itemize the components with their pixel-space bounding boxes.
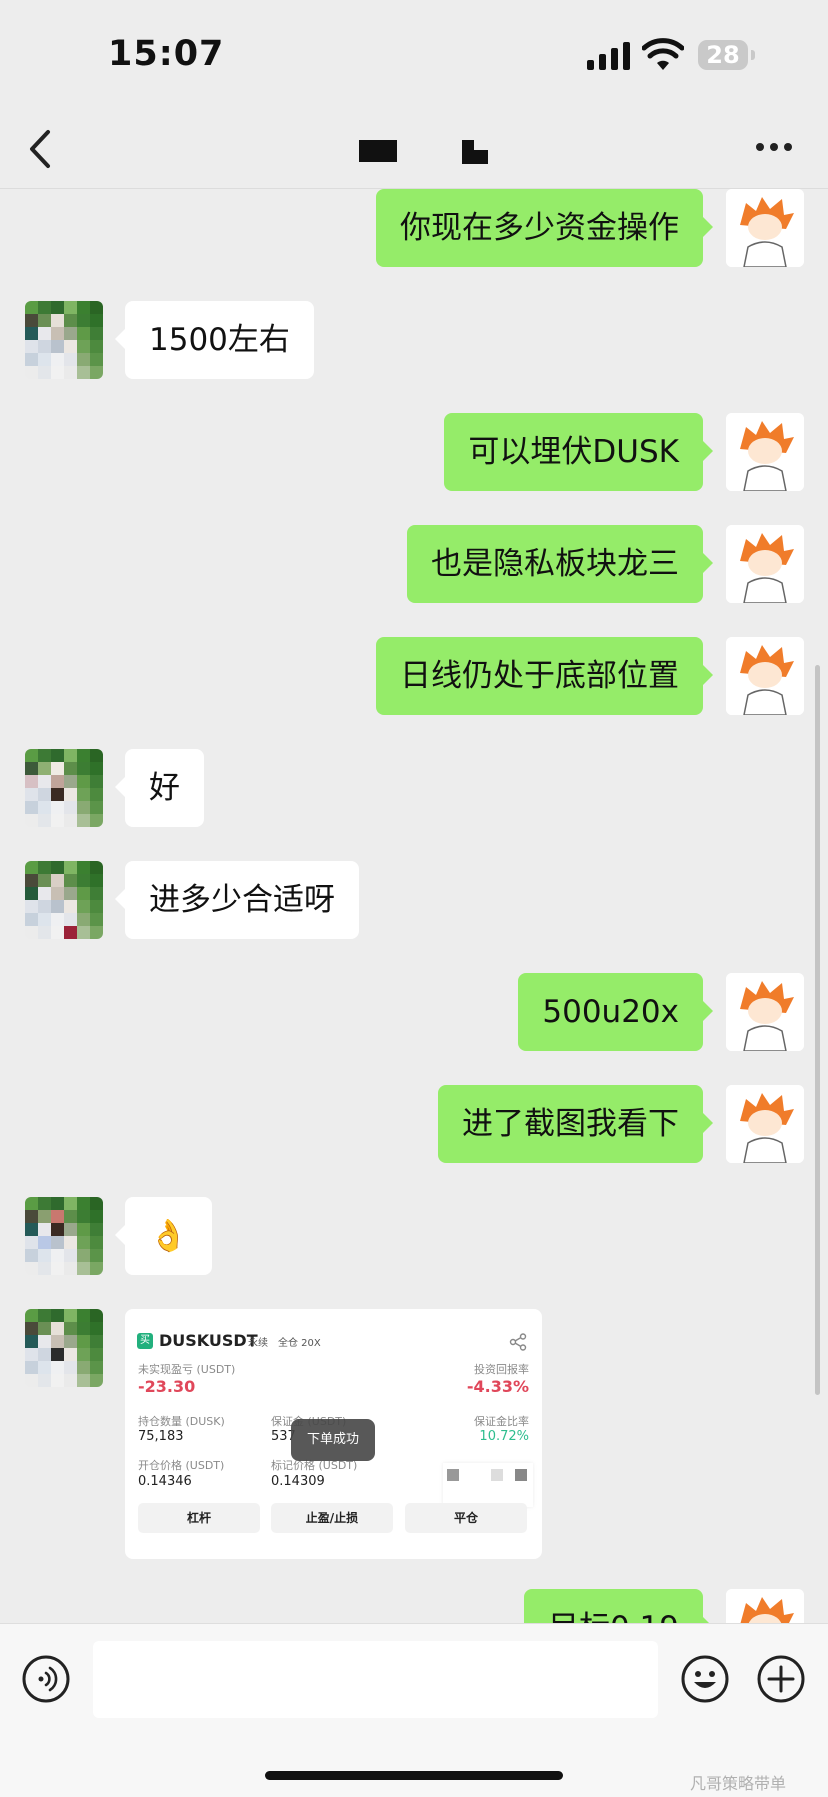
unrealized-pnl-value: -23.30 [138,1377,196,1396]
margin-ratio-value: 10.72% [479,1429,529,1444]
my-avatar[interactable] [726,637,804,715]
anime-avatar-icon [726,1589,804,1623]
contact-avatar-pixelated[interactable] [25,1309,103,1387]
my-avatar[interactable] [726,525,804,603]
roi-value: -4.33% [466,1377,529,1396]
leverage-button: 杠杆 [138,1503,260,1533]
message-bubble-received[interactable]: 好 [115,749,204,827]
watermark: 凡哥策略带单 [690,1774,787,1793]
cellular-signal-icon [587,42,630,70]
anime-avatar-icon [726,973,804,1051]
take-profit-stop-loss-button: 止盈/止损 [271,1503,393,1533]
contact-name-redacted [359,140,397,162]
mark-price-value: 0.14309 [271,1474,325,1489]
message-bubble-sent[interactable]: 你现在多少资金操作 [376,189,713,267]
battery-tip [751,50,755,60]
entry-price-label: 开仓价格 (USDT) [138,1459,225,1472]
my-avatar[interactable] [726,1085,804,1163]
margin-mode: 全仓 20X [278,1338,321,1349]
anime-avatar-icon [726,413,804,491]
order-success-toast: 下单成功 [291,1419,375,1461]
trading-symbol: DUSKUSDT [159,1331,258,1350]
status-bar: 15:07 28 [0,0,828,110]
unrealized-pnl-label: 未实现盈亏 (USDT) [138,1363,236,1376]
voice-icon[interactable] [21,1654,71,1704]
margin-ratio-label: 保证金比率 [474,1415,529,1428]
anime-avatar-icon [726,189,804,267]
status-time: 15:07 [108,34,225,74]
my-avatar[interactable] [726,1589,804,1623]
anime-avatar-icon [726,525,804,603]
message-bubble-sent[interactable]: 也是隐私板块龙三 [407,525,713,603]
contact-name-redacted-3 [462,150,488,164]
roi-label: 投资回报率 [474,1363,529,1376]
contact-avatar-pixelated[interactable] [25,301,103,379]
plus-icon[interactable] [756,1654,806,1704]
message-bubble-sent[interactable]: 进了截图我看下 [438,1085,713,1163]
pixelated-redaction [443,1463,533,1507]
message-text-input[interactable] [93,1641,658,1718]
chat-scrollbar[interactable] [815,665,820,1395]
message-bubble-received[interactable]: 1500左右 [115,301,314,379]
share-icon [509,1333,527,1351]
message-bubble-sent[interactable]: 可以埋伏DUSK [444,413,713,491]
message-bubble-received[interactable]: 👌 [115,1197,212,1275]
emoji-icon[interactable] [680,1654,730,1704]
more-options-icon[interactable] [752,132,796,162]
message-bubble-sent[interactable]: 日线仍处于底部位置 [376,637,713,715]
my-avatar[interactable] [726,413,804,491]
position-size-label: 持仓数量 (DUSK) [138,1415,225,1428]
anime-avatar-icon [726,637,804,715]
contact-avatar-pixelated[interactable] [25,1197,103,1275]
my-avatar[interactable] [726,189,804,267]
chevron-left-icon[interactable] [20,124,64,174]
battery-indicator: 28 [698,40,748,70]
position-size-value: 75,183 [138,1429,184,1444]
close-position-button: 平仓 [405,1503,527,1533]
nav-bar [0,110,828,189]
my-avatar[interactable] [726,973,804,1051]
message-bubble-sent[interactable]: 500u20x [518,973,713,1051]
home-indicator[interactable] [265,1771,563,1780]
position-screenshot-card[interactable]: 买 DUSKUSDT 永续 全仓 20X 未实现盈亏 (USDT) -23.30… [125,1309,542,1559]
chat-message-list[interactable]: 你现在多少资金操作 1500左右 可以埋伏DUSK 也是隐私板块龙三 日线仍处于… [0,189,828,1623]
entry-price-value: 0.14346 [138,1474,192,1489]
exchange-logo-icon: 买 [137,1333,153,1349]
message-bubble-received[interactable]: 进多少合适呀 [115,861,359,939]
contract-type: 永续 [248,1338,268,1349]
contact-avatar-pixelated[interactable] [25,861,103,939]
message-bubble-sent[interactable]: 目标0.19 [523,1589,714,1623]
anime-avatar-icon [726,1085,804,1163]
wifi-icon [642,38,684,70]
contact-avatar-pixelated[interactable] [25,749,103,827]
